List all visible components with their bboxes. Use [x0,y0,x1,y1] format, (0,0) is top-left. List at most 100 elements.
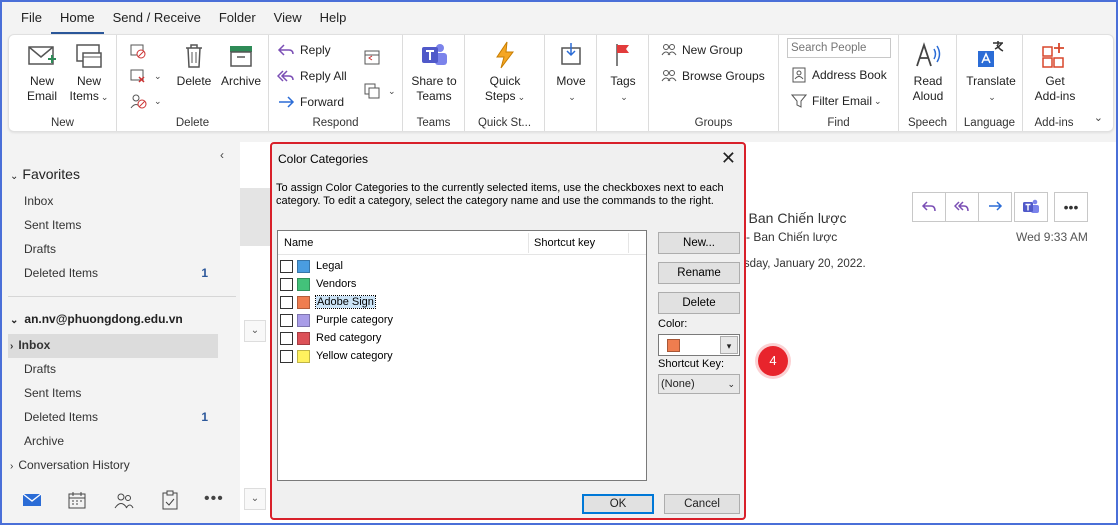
module-bar: ••• [2,482,238,522]
category-label[interactable]: Purple category [316,314,393,326]
more-respond-button[interactable]: ⌄ [363,81,396,101]
new-group-button[interactable]: New Group [661,40,743,60]
fav-inbox[interactable]: Inbox [24,194,53,208]
category-checkbox[interactable] [280,295,293,309]
message-time: Wed 9:33 AM [1016,230,1088,244]
translate-button[interactable]: Translate ⌄ [961,39,1021,105]
filter-icon [791,94,807,108]
acc-drafts[interactable]: Drafts [24,362,56,376]
reply-action-button[interactable] [912,192,946,222]
color-dropdown[interactable]: ▾ [658,334,740,356]
acc-inbox[interactable]: › Inbox [10,338,50,352]
search-people-input[interactable] [787,38,891,58]
category-label[interactable]: Yellow category [316,350,393,362]
new-items-button[interactable]: New Items ⌄ [65,39,113,105]
fav-deleted-count: 1 [201,266,208,280]
ribbon-collapse-icon[interactable]: ⌄ [1094,111,1103,124]
acc-archive[interactable]: Archive [24,434,64,448]
people-icon[interactable] [114,491,134,509]
acc-sent-items[interactable]: Sent Items [24,386,81,400]
delete-category-button[interactable]: Delete [658,292,740,314]
get-addins-button[interactable]: Get Add-ins [1029,39,1081,104]
move-folder-icon [561,43,581,65]
more-actions-button[interactable]: ••• [1054,192,1088,222]
menu-folder[interactable]: Folder [210,2,265,34]
category-row-red[interactable]: Red category [278,329,381,347]
address-book-button[interactable]: Address Book [791,65,887,85]
close-icon[interactable]: ✕ [721,148,736,169]
cleanup-button[interactable]: ⌄ [129,66,162,86]
category-row-adobe-sign[interactable]: Adobe Sign [278,293,376,311]
category-label-selected[interactable]: Adobe Sign [315,295,376,309]
filter-email-button[interactable]: Filter Email ⌄ [791,91,882,111]
read-aloud-button[interactable]: Read Aloud [903,39,953,104]
category-checkbox[interactable] [280,277,293,291]
account-header[interactable]: ⌄ an.nv@phuongdong.edu.vn [10,312,183,326]
tasks-icon[interactable] [162,490,178,510]
category-checkbox[interactable] [280,313,293,327]
column-shortcut[interactable]: Shortcut key [534,237,595,249]
new-category-button[interactable]: New... [658,232,740,254]
chevron-right-icon: › [10,461,14,472]
shortcut-key-dropdown[interactable]: (None) ⌄ [658,374,740,394]
share-to-teams-button[interactable]: Share to Teams [407,39,461,104]
fav-drafts[interactable]: Drafts [24,242,56,256]
category-checkbox[interactable] [280,331,293,345]
category-label[interactable]: Red category [316,332,381,344]
category-row-legal[interactable]: Legal [278,257,343,275]
ok-button[interactable]: OK [582,494,654,514]
menu-help[interactable]: Help [311,2,356,34]
collapse-pane-icon[interactable]: ‹ [220,148,224,162]
cancel-button[interactable]: Cancel [664,494,740,514]
rename-category-button[interactable]: Rename [658,262,740,284]
category-row-yellow[interactable]: Yellow category [278,347,393,365]
chevron-down-icon: ⌄ [154,70,162,81]
category-row-vendors[interactable]: Vendors [278,275,356,293]
menu-send-receive[interactable]: Send / Receive [104,2,210,34]
chevron-down-icon[interactable]: ⌄ [244,488,266,510]
menu-home[interactable]: Home [50,2,104,34]
chevron-down-icon: ⌄ [727,379,735,389]
chevron-down-icon[interactable]: ⌄ [244,320,266,342]
category-checkbox[interactable] [280,349,293,363]
browse-groups-button[interactable]: Browse Groups [661,66,765,86]
category-row-purple[interactable]: Purple category [278,311,393,329]
teams-action-button[interactable] [1014,192,1048,222]
move-button[interactable]: Move ⌄ [549,39,593,105]
archive-icon [230,46,252,67]
ignore-button[interactable] [129,41,152,61]
category-label[interactable]: Vendors [316,278,356,290]
reply-all-button[interactable]: Reply All [277,66,347,86]
reply-all-action-button[interactable] [945,192,979,222]
acc-conversation-history[interactable]: › Conversation History [10,458,130,472]
forward-action-button[interactable] [978,192,1012,222]
more-apps-icon[interactable]: ••• [204,490,224,508]
cleanup-icon [130,69,145,83]
forward-button[interactable]: Forward [277,92,344,112]
read-aloud-label-2: Aloud [912,89,944,103]
meeting-button[interactable] [363,47,386,67]
selected-message[interactable] [240,188,270,246]
acc-deleted-items[interactable]: Deleted Items [24,410,98,424]
fav-sent-items[interactable]: Sent Items [24,218,81,232]
delete-button[interactable]: Delete [173,39,215,89]
category-label[interactable]: Legal [316,260,343,272]
quick-steps-button[interactable]: Quick Steps ⌄ [477,39,533,105]
category-checkbox[interactable] [280,259,293,273]
favorites-header[interactable]: ⌄ Favorites [10,166,80,182]
archive-button[interactable]: Archive [217,39,265,89]
tags-button[interactable]: Tags ⌄ [601,39,645,105]
menu-file[interactable]: File [12,2,51,34]
column-name[interactable]: Name [284,237,313,249]
calendar-icon[interactable] [68,491,86,509]
reply-button[interactable]: Reply [277,40,331,60]
fav-deleted-items[interactable]: Deleted Items [24,266,98,280]
column-divider [628,233,629,253]
menu-bar: File Home Send / Receive Folder View Hel… [2,2,1116,34]
menu-view[interactable]: View [265,2,311,34]
new-email-label-2: Email [26,89,57,103]
mail-icon[interactable] [22,492,42,508]
junk-button[interactable]: ⌄ [129,91,162,111]
more-icon: ••• [1063,199,1079,215]
new-email-button[interactable]: New Email [19,39,65,104]
